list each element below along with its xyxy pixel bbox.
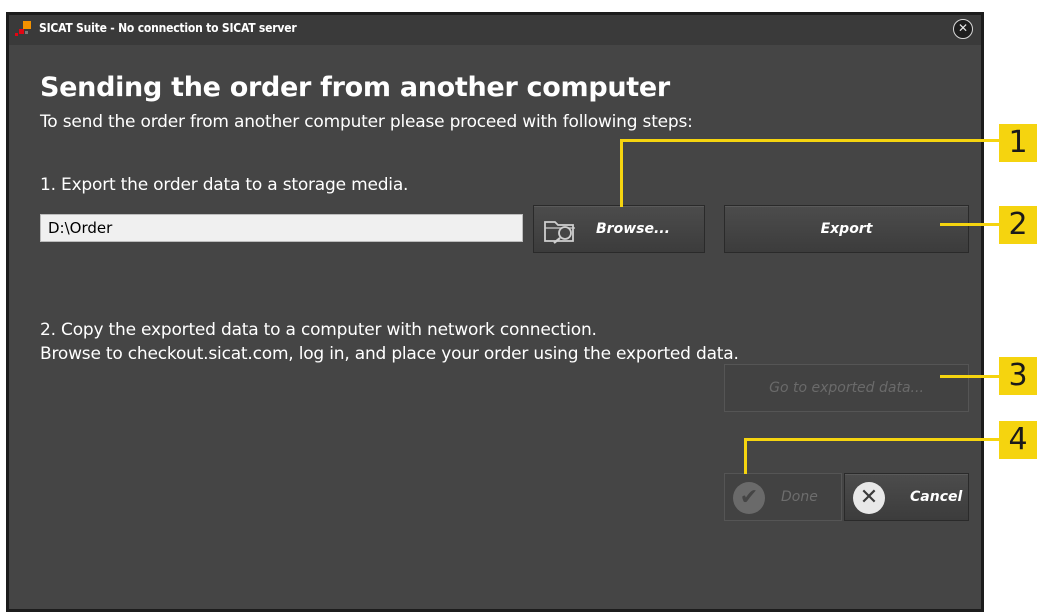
callout-line-4 xyxy=(744,438,1000,441)
callout-4: 4 xyxy=(999,421,1037,459)
dialog-heading: Sending the order from another computer xyxy=(40,72,670,103)
done-button[interactable]: ✔ Done xyxy=(724,473,842,521)
checkmark-icon: ✔ xyxy=(733,482,765,514)
done-label: Done xyxy=(781,489,818,505)
export-path-input[interactable] xyxy=(40,214,523,242)
callout-line-3 xyxy=(940,375,1000,378)
cancel-label: Cancel xyxy=(910,489,963,505)
step2-line2: Browse to checkout.sicat.com, log in, an… xyxy=(40,344,739,364)
browse-label: Browse... xyxy=(596,221,670,237)
folder-search-icon xyxy=(544,221,575,244)
callout-3: 3 xyxy=(999,357,1037,395)
step2-line1: 2. Copy the exported data to a computer … xyxy=(40,320,597,340)
export-button[interactable]: Export xyxy=(724,205,969,253)
title-bar[interactable]: SICAT Suite - No connection to SICAT ser… xyxy=(9,15,981,45)
browse-button[interactable]: Browse... xyxy=(533,205,705,253)
callout-line-4v xyxy=(744,438,747,474)
go-to-exported-data-button[interactable]: Go to exported data... xyxy=(724,364,969,412)
cancel-button[interactable]: ✕ Cancel xyxy=(844,473,969,521)
step2-text: 2. Copy the exported data to a computer … xyxy=(40,318,739,366)
step1-text: 1. Export the order data to a storage me… xyxy=(40,175,409,195)
callout-line-1 xyxy=(620,139,623,207)
sicat-logo-icon xyxy=(15,21,31,37)
callout-2: 2 xyxy=(999,206,1037,244)
window-title: SICAT Suite - No connection to SICAT ser… xyxy=(39,21,297,35)
dialog-window: SICAT Suite - No connection to SICAT ser… xyxy=(6,12,984,612)
callout-line-1h xyxy=(620,139,1000,142)
intro-text: To send the order from another computer … xyxy=(40,112,693,132)
callout-1: 1 xyxy=(999,124,1037,162)
close-icon[interactable]: ✕ xyxy=(953,19,973,39)
cancel-x-icon: ✕ xyxy=(853,482,885,514)
callout-line-2 xyxy=(940,223,1000,226)
